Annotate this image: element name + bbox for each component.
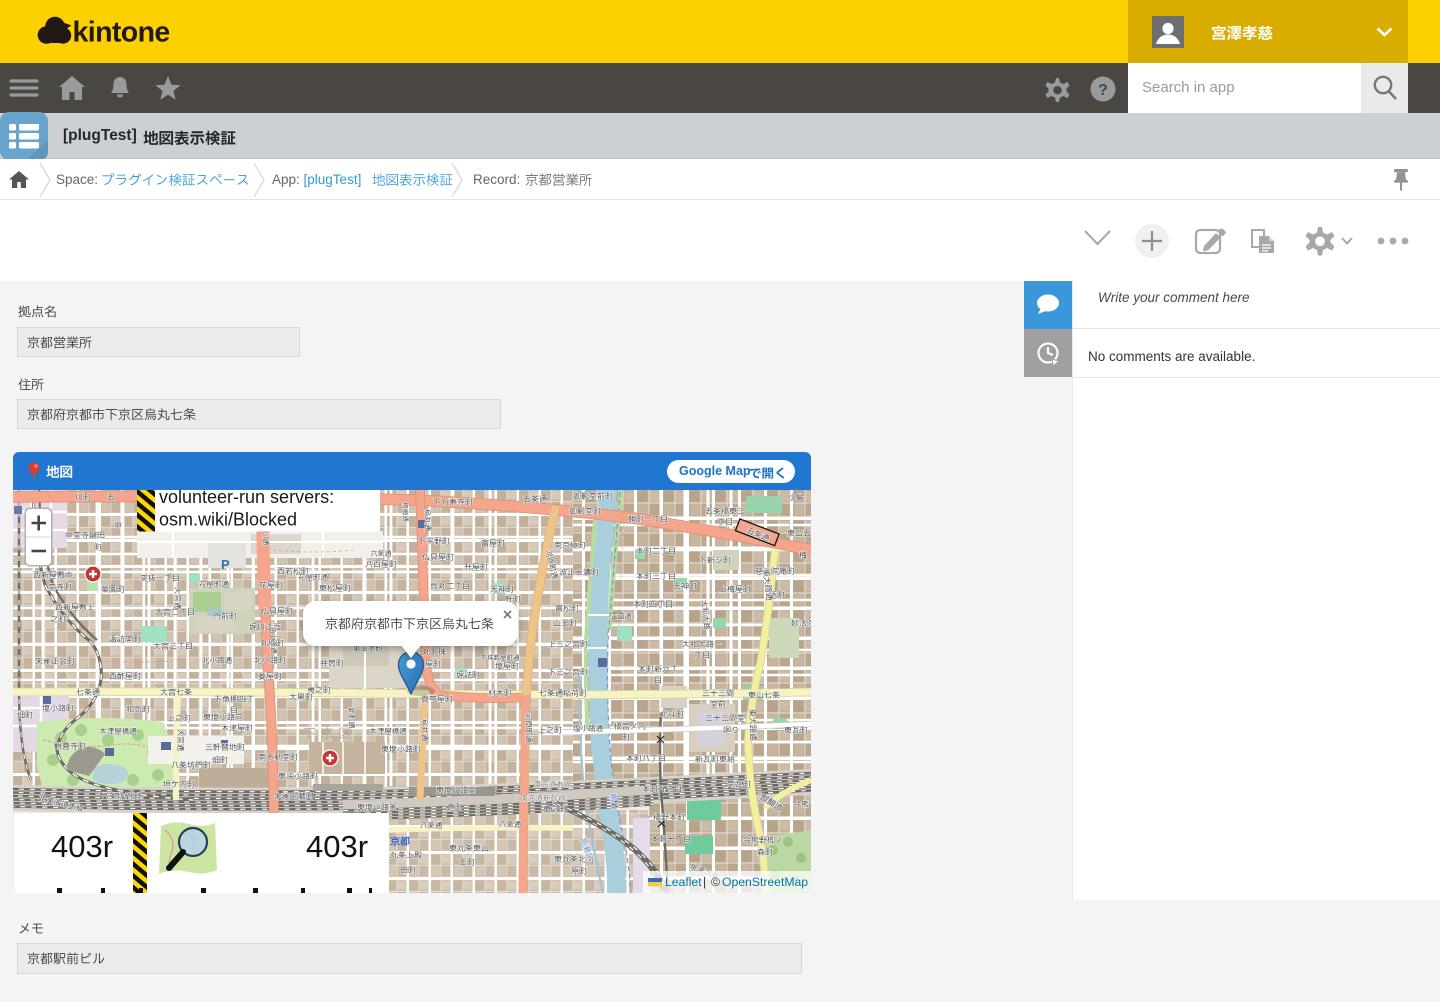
svg-text:403r: 403r	[51, 829, 113, 864]
svg-text:©: ©	[711, 875, 720, 889]
svg-text:OpenStreetMap: OpenStreetMap	[722, 875, 808, 889]
svg-text:|: |	[703, 875, 706, 889]
svg-text:?: ?	[1098, 82, 1108, 99]
svg-text:P: P	[221, 557, 230, 572]
svg-text:403r: 403r	[306, 829, 368, 864]
svg-text:volunteer-run servers:: volunteer-run servers:	[159, 490, 334, 507]
svg-text:osm.wiki/Blocked: osm.wiki/Blocked	[159, 510, 297, 530]
svg-text:kintone: kintone	[73, 17, 170, 49]
svg-text:Leaflet: Leaflet	[665, 875, 702, 889]
